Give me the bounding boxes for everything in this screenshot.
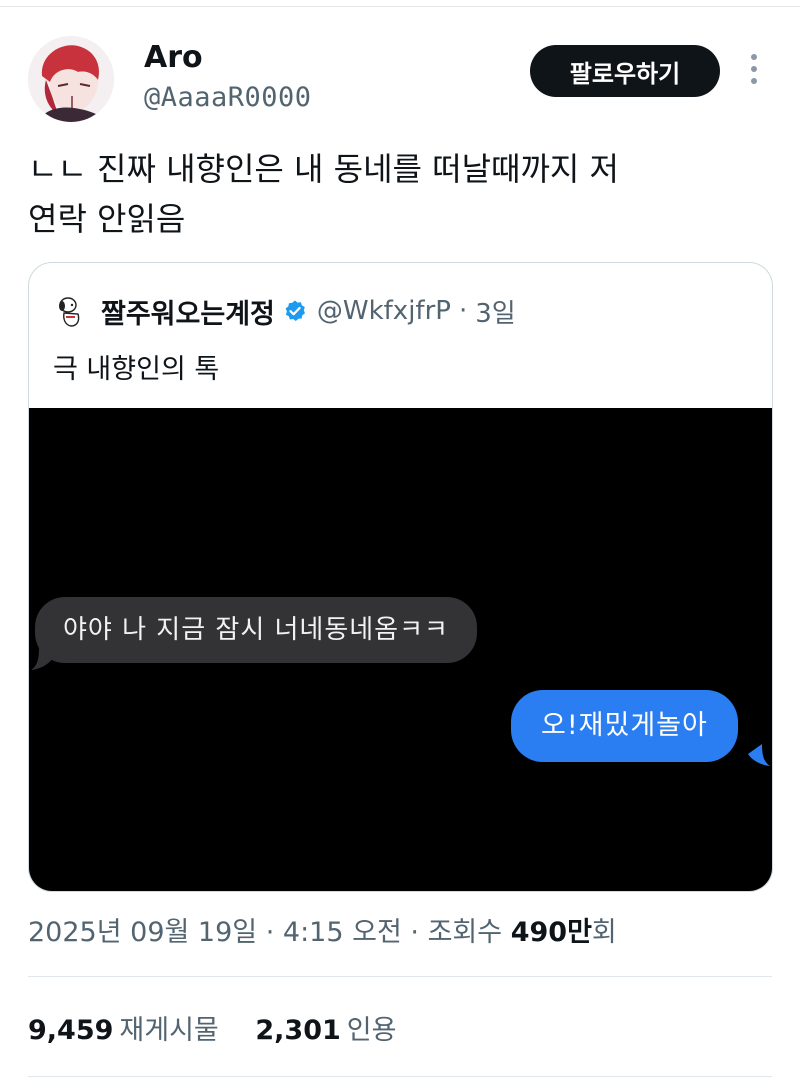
views-suffix: 회 bbox=[591, 917, 617, 948]
tweet-meta: 2025년 09월 19일 · 4:15 오전 · 조회수 490만회 bbox=[28, 910, 617, 949]
reposts-label: 재게시물 bbox=[119, 1015, 219, 1046]
avatar[interactable] bbox=[28, 36, 114, 122]
more-vertical-icon[interactable] bbox=[744, 54, 764, 90]
reposts-stat[interactable]: 9,459 재게시물 bbox=[28, 1008, 219, 1047]
quoted-avatar[interactable] bbox=[53, 293, 89, 329]
outgoing-bubble-tail bbox=[748, 744, 770, 766]
incoming-message-bubble: 야야 나 지금 잠시 너네동네옴ㅋㅋ bbox=[35, 597, 477, 663]
separator-dot: · bbox=[265, 917, 275, 948]
separator-dot: · bbox=[458, 296, 468, 326]
divider bbox=[28, 976, 772, 977]
views-label: 조회수 bbox=[427, 917, 503, 948]
quoted-author-name[interactable]: 짤주워오는계정 bbox=[101, 292, 275, 331]
separator-dot: · bbox=[410, 917, 419, 948]
views-count: 490만 bbox=[510, 917, 592, 948]
follow-button[interactable]: 팔로우하기 bbox=[530, 45, 720, 97]
author-name[interactable]: Aro bbox=[144, 40, 203, 75]
post-time[interactable]: 4:15 오전 bbox=[283, 917, 402, 948]
tweet-text: ㄴㄴ 진짜 내향인은 내 동네를 떠날때까지 저 연락 안읽음 bbox=[28, 144, 768, 244]
tweet-text-line: 연락 안읽음 bbox=[28, 200, 186, 238]
post-date[interactable]: 2025년 09월 19일 bbox=[28, 917, 257, 948]
quoted-timestamp[interactable]: 3일 bbox=[475, 293, 515, 330]
quotes-stat[interactable]: 2,301 인용 bbox=[255, 1008, 396, 1047]
quoted-tweet[interactable]: 짤주워오는계정 @WkfxjfrP · 3일 극 내향인의 톡 야야 나 지금 … bbox=[28, 262, 773, 892]
quoted-media-image[interactable]: 야야 나 지금 잠시 너네동네옴ㅋㅋ 오!재밌게놀아 bbox=[29, 408, 772, 891]
quotes-count: 2,301 bbox=[255, 1015, 341, 1046]
divider bbox=[28, 1076, 772, 1077]
quotes-label: 인용 bbox=[346, 1015, 397, 1046]
quoted-tweet-text: 극 내향인의 톡 bbox=[53, 354, 220, 385]
engagement-stats: 9,459 재게시물 2,301 인용 bbox=[28, 1008, 396, 1047]
author-handle[interactable]: @AaaaR0000 bbox=[144, 82, 312, 113]
verified-badge-icon bbox=[285, 300, 305, 321]
quoted-tweet-header: 짤주워오는계정 @WkfxjfrP · 3일 bbox=[53, 291, 516, 331]
tweet-header: Aro @AaaaR0000 팔로우하기 bbox=[0, 0, 800, 130]
reposts-count: 9,459 bbox=[28, 1015, 114, 1046]
quoted-author-handle[interactable]: @WkfxjfrP bbox=[317, 296, 451, 326]
tweet-text-line: ㄴㄴ 진짜 내향인은 내 동네를 떠날때까지 저 bbox=[28, 150, 619, 188]
outgoing-message-bubble: 오!재밌게놀아 bbox=[511, 690, 738, 762]
